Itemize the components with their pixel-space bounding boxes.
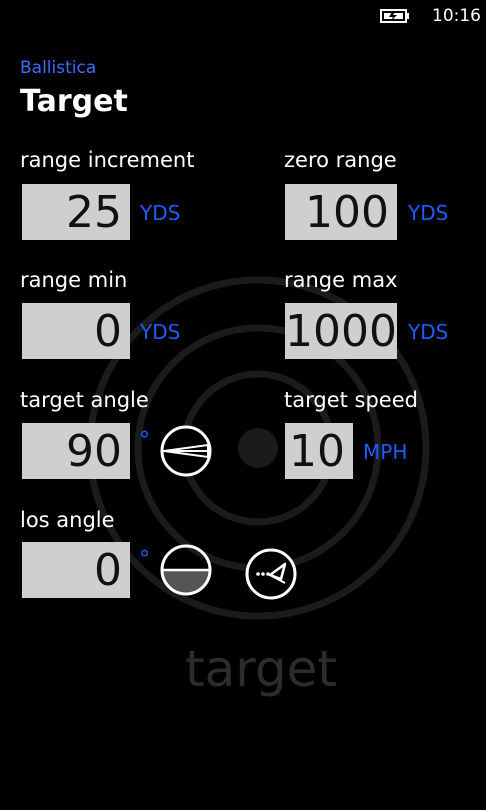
- range-min-unit: YDS: [140, 320, 181, 344]
- zero-range-label: zero range: [284, 148, 397, 172]
- los-diagram-icon[interactable]: [245, 548, 297, 600]
- target-angle-input[interactable]: 90: [22, 423, 130, 479]
- range-min-input[interactable]: 0: [22, 303, 130, 359]
- target-speed-label: target speed: [284, 388, 418, 412]
- app-title: Ballistica: [20, 58, 97, 78]
- zero-range-unit: YDS: [408, 201, 449, 225]
- range-max-input[interactable]: 1000: [285, 303, 397, 359]
- page-watermark: target: [185, 640, 338, 698]
- page-title: Target: [20, 84, 128, 119]
- target-angle-unit: °: [139, 428, 150, 453]
- status-bar: 10:16: [0, 0, 486, 34]
- range-min-label: range min: [20, 268, 128, 292]
- range-max-unit: YDS: [408, 320, 449, 344]
- los-angle-unit: °: [139, 547, 150, 572]
- range-increment-input[interactable]: 25: [22, 184, 130, 240]
- los-angle-icon[interactable]: [160, 544, 212, 596]
- clock: 10:16: [432, 6, 481, 26]
- battery-charging-icon: [380, 9, 409, 23]
- target-speed-unit: MPH: [363, 440, 408, 464]
- zero-range-input[interactable]: 100: [285, 184, 397, 240]
- target-angle-icon[interactable]: [160, 425, 212, 477]
- los-angle-label: los angle: [20, 508, 115, 532]
- target-speed-input[interactable]: 10: [285, 423, 353, 479]
- range-increment-unit: YDS: [140, 201, 181, 225]
- target-angle-label: target angle: [20, 388, 149, 412]
- los-angle-input[interactable]: 0: [22, 542, 130, 598]
- range-increment-label: range increment: [20, 148, 195, 172]
- range-max-label: range max: [284, 268, 398, 292]
